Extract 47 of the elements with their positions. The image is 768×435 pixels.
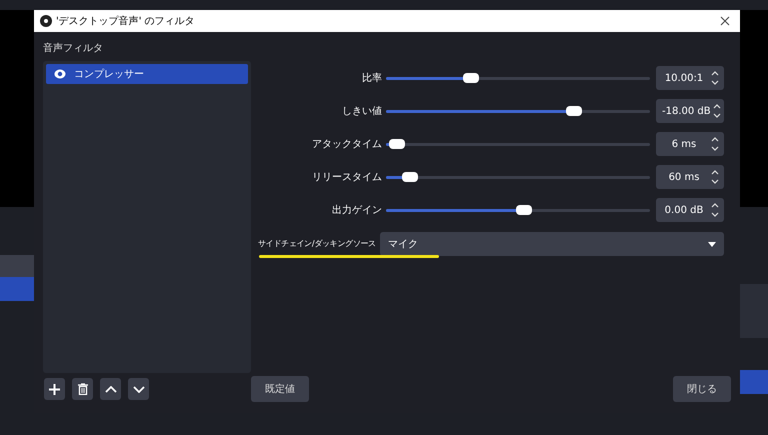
list-item (740, 370, 768, 394)
delete-button[interactable] (72, 378, 93, 400)
slider[interactable] (386, 137, 650, 151)
spin-box[interactable]: 10.00:1 (656, 66, 724, 90)
slider-thumb[interactable] (463, 73, 480, 83)
slider-thumb[interactable] (389, 139, 406, 149)
chevron-up-icon (104, 386, 116, 392)
field-label: しきい値 (341, 104, 383, 118)
panel-background (0, 255, 34, 277)
move-up-button[interactable] (100, 378, 121, 400)
slider[interactable] (386, 71, 650, 85)
add-button[interactable] (44, 378, 65, 400)
field-label: サイドチェイン/ダッキングソース (257, 238, 377, 250)
field-label: リリースタイム (311, 170, 383, 184)
spin-box[interactable]: 0.00 dB (656, 198, 724, 222)
window-title: 'デスクトップ音声' のフィルタ (56, 14, 195, 28)
spin-box[interactable]: 6 ms (656, 132, 724, 156)
stepper-arrows-icon[interactable] (713, 103, 722, 119)
field-label: 比率 (361, 72, 383, 86)
spin-box[interactable]: 60 ms (656, 165, 724, 189)
stepper-arrows-icon[interactable] (711, 136, 719, 152)
chevron-down-icon (132, 386, 144, 392)
filter-item[interactable]: コンプレッサー (46, 64, 248, 84)
slider-thumb[interactable] (402, 172, 418, 182)
stepper-arrows-icon[interactable] (711, 70, 719, 86)
spin-box[interactable]: -18.00 dB (656, 99, 724, 123)
list-item (0, 277, 34, 301)
dropdown-arrow-icon (708, 242, 716, 246)
eye-icon[interactable] (54, 69, 66, 79)
source-dropdown[interactable]: マイク (380, 232, 724, 256)
stepper-arrows-icon[interactable] (711, 202, 719, 218)
slider[interactable] (386, 104, 650, 118)
defaults-button[interactable]: 既定値 (251, 376, 309, 402)
slider[interactable] (386, 170, 650, 184)
stepper-arrows-icon[interactable] (711, 169, 719, 185)
slider[interactable] (386, 203, 650, 217)
app-logo-icon (40, 15, 52, 27)
trash-icon (78, 383, 88, 395)
section-label: 音声フィルタ (43, 42, 104, 56)
close-button[interactable]: 閉じる (673, 376, 731, 402)
slider-thumb[interactable] (566, 106, 582, 116)
move-down-button[interactable] (128, 378, 149, 400)
field-label: アタックタイム (311, 138, 383, 152)
field-label: 出力ゲイン (331, 204, 383, 218)
plus-icon (49, 384, 60, 394)
close-icon[interactable] (720, 16, 730, 26)
slider-thumb[interactable] (516, 205, 532, 215)
